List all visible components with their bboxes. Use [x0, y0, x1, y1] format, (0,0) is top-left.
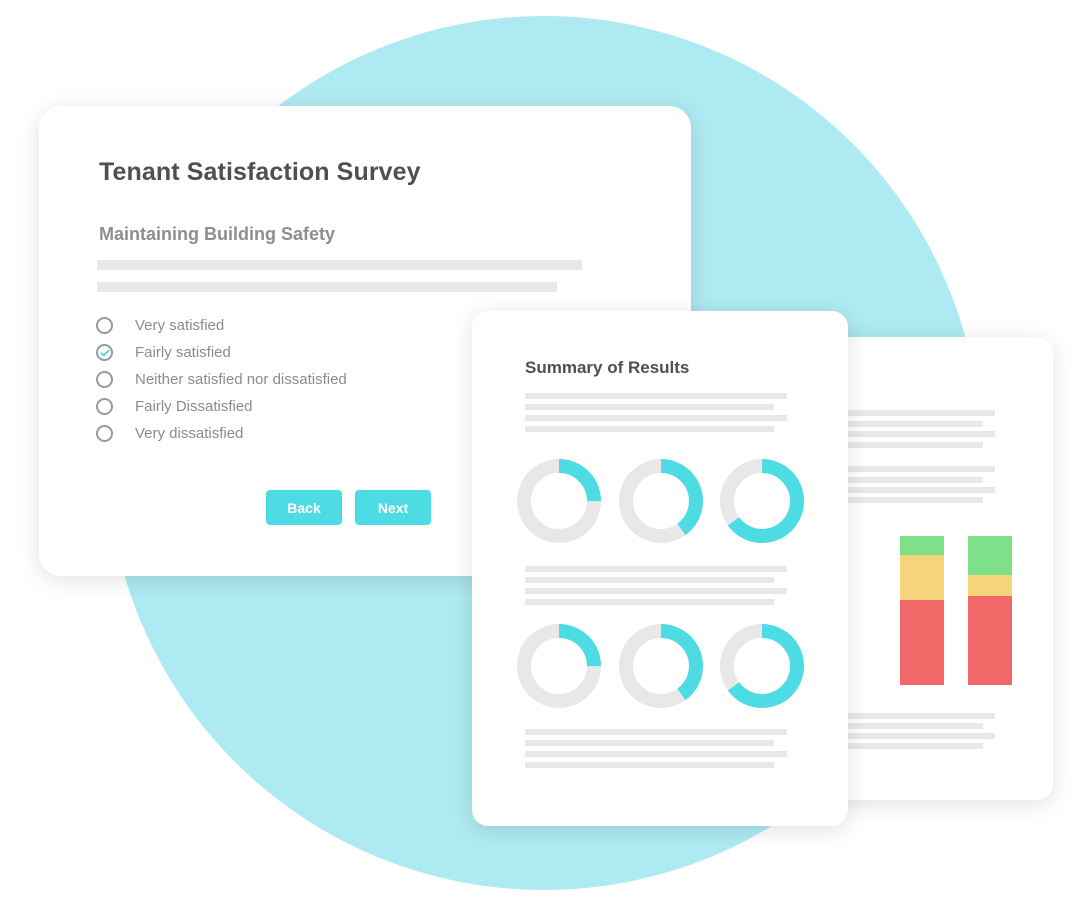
radio-unchecked-icon[interactable]	[96, 425, 113, 442]
radio-unchecked-icon[interactable]	[96, 398, 113, 415]
placeholder-line	[525, 588, 787, 594]
placeholder-line	[840, 466, 995, 472]
next-button[interactable]: Next	[355, 490, 431, 525]
bar-segment-red	[900, 600, 944, 685]
radio-checked-icon[interactable]	[96, 344, 113, 361]
placeholder-line	[840, 410, 995, 416]
placeholder-line	[840, 713, 995, 719]
answer-option-label: Very dissatisfied	[135, 425, 244, 442]
placeholder-line	[525, 751, 787, 757]
donut-chart	[517, 459, 601, 543]
radio-unchecked-icon[interactable]	[96, 371, 113, 388]
placeholder-line	[525, 740, 774, 746]
answer-option[interactable]: Very dissatisfied	[96, 420, 347, 447]
placeholder-line	[840, 442, 983, 448]
results-card: Summary of Results	[472, 311, 848, 826]
placeholder-line	[525, 729, 787, 735]
donut-chart	[720, 459, 804, 543]
placeholder-line	[525, 762, 774, 768]
bar-segment-yellow	[968, 574, 1012, 596]
placeholder-line	[840, 431, 995, 437]
placeholder-line	[525, 577, 774, 583]
survey-title: Tenant Satisfaction Survey	[99, 158, 421, 186]
placeholder-line	[840, 477, 983, 483]
placeholder-line	[840, 733, 995, 739]
placeholder-line	[525, 426, 774, 432]
placeholder-line	[840, 487, 995, 493]
donut-chart	[517, 624, 601, 708]
back-button[interactable]: Back	[266, 490, 342, 525]
donut-chart	[619, 624, 703, 708]
placeholder-line	[97, 260, 582, 270]
answer-option[interactable]: Fairly satisfied	[96, 339, 347, 366]
placeholder-line	[840, 723, 983, 729]
answer-option-label: Fairly satisfied	[135, 344, 231, 361]
answer-option[interactable]: Neither satisfied nor dissatisfied	[96, 366, 347, 393]
bar-segment-green	[900, 536, 944, 556]
bar-segment-red	[968, 595, 1012, 685]
donut-chart	[720, 624, 804, 708]
radio-unchecked-icon[interactable]	[96, 317, 113, 334]
placeholder-line	[525, 415, 787, 421]
bar-segment-yellow	[900, 555, 944, 601]
answer-option-label: Very satisfied	[135, 317, 225, 334]
answer-options: Very satisfied Fairly satisfied Neither sa…	[96, 312, 347, 447]
placeholder-line	[525, 599, 774, 605]
placeholder-line	[525, 393, 787, 399]
placeholder-line	[97, 282, 557, 292]
placeholder-line	[840, 497, 983, 503]
answer-option-label: Fairly Dissatisfied	[135, 398, 253, 415]
question-title: Maintaining Building Safety	[99, 224, 336, 244]
placeholder-line	[525, 566, 787, 572]
answer-option[interactable]: Very satisfied	[96, 312, 347, 339]
placeholder-line	[840, 421, 983, 427]
answer-option-label: Neither satisfied nor dissatisfied	[135, 371, 347, 388]
checkmark-icon	[100, 349, 110, 357]
donut-chart	[619, 459, 703, 543]
results-title: Summary of Results	[525, 358, 690, 377]
bar-segment-green	[968, 536, 1012, 575]
placeholder-line	[840, 743, 983, 749]
answer-option[interactable]: Fairly Dissatisfied	[96, 393, 347, 420]
placeholder-line	[525, 404, 774, 410]
